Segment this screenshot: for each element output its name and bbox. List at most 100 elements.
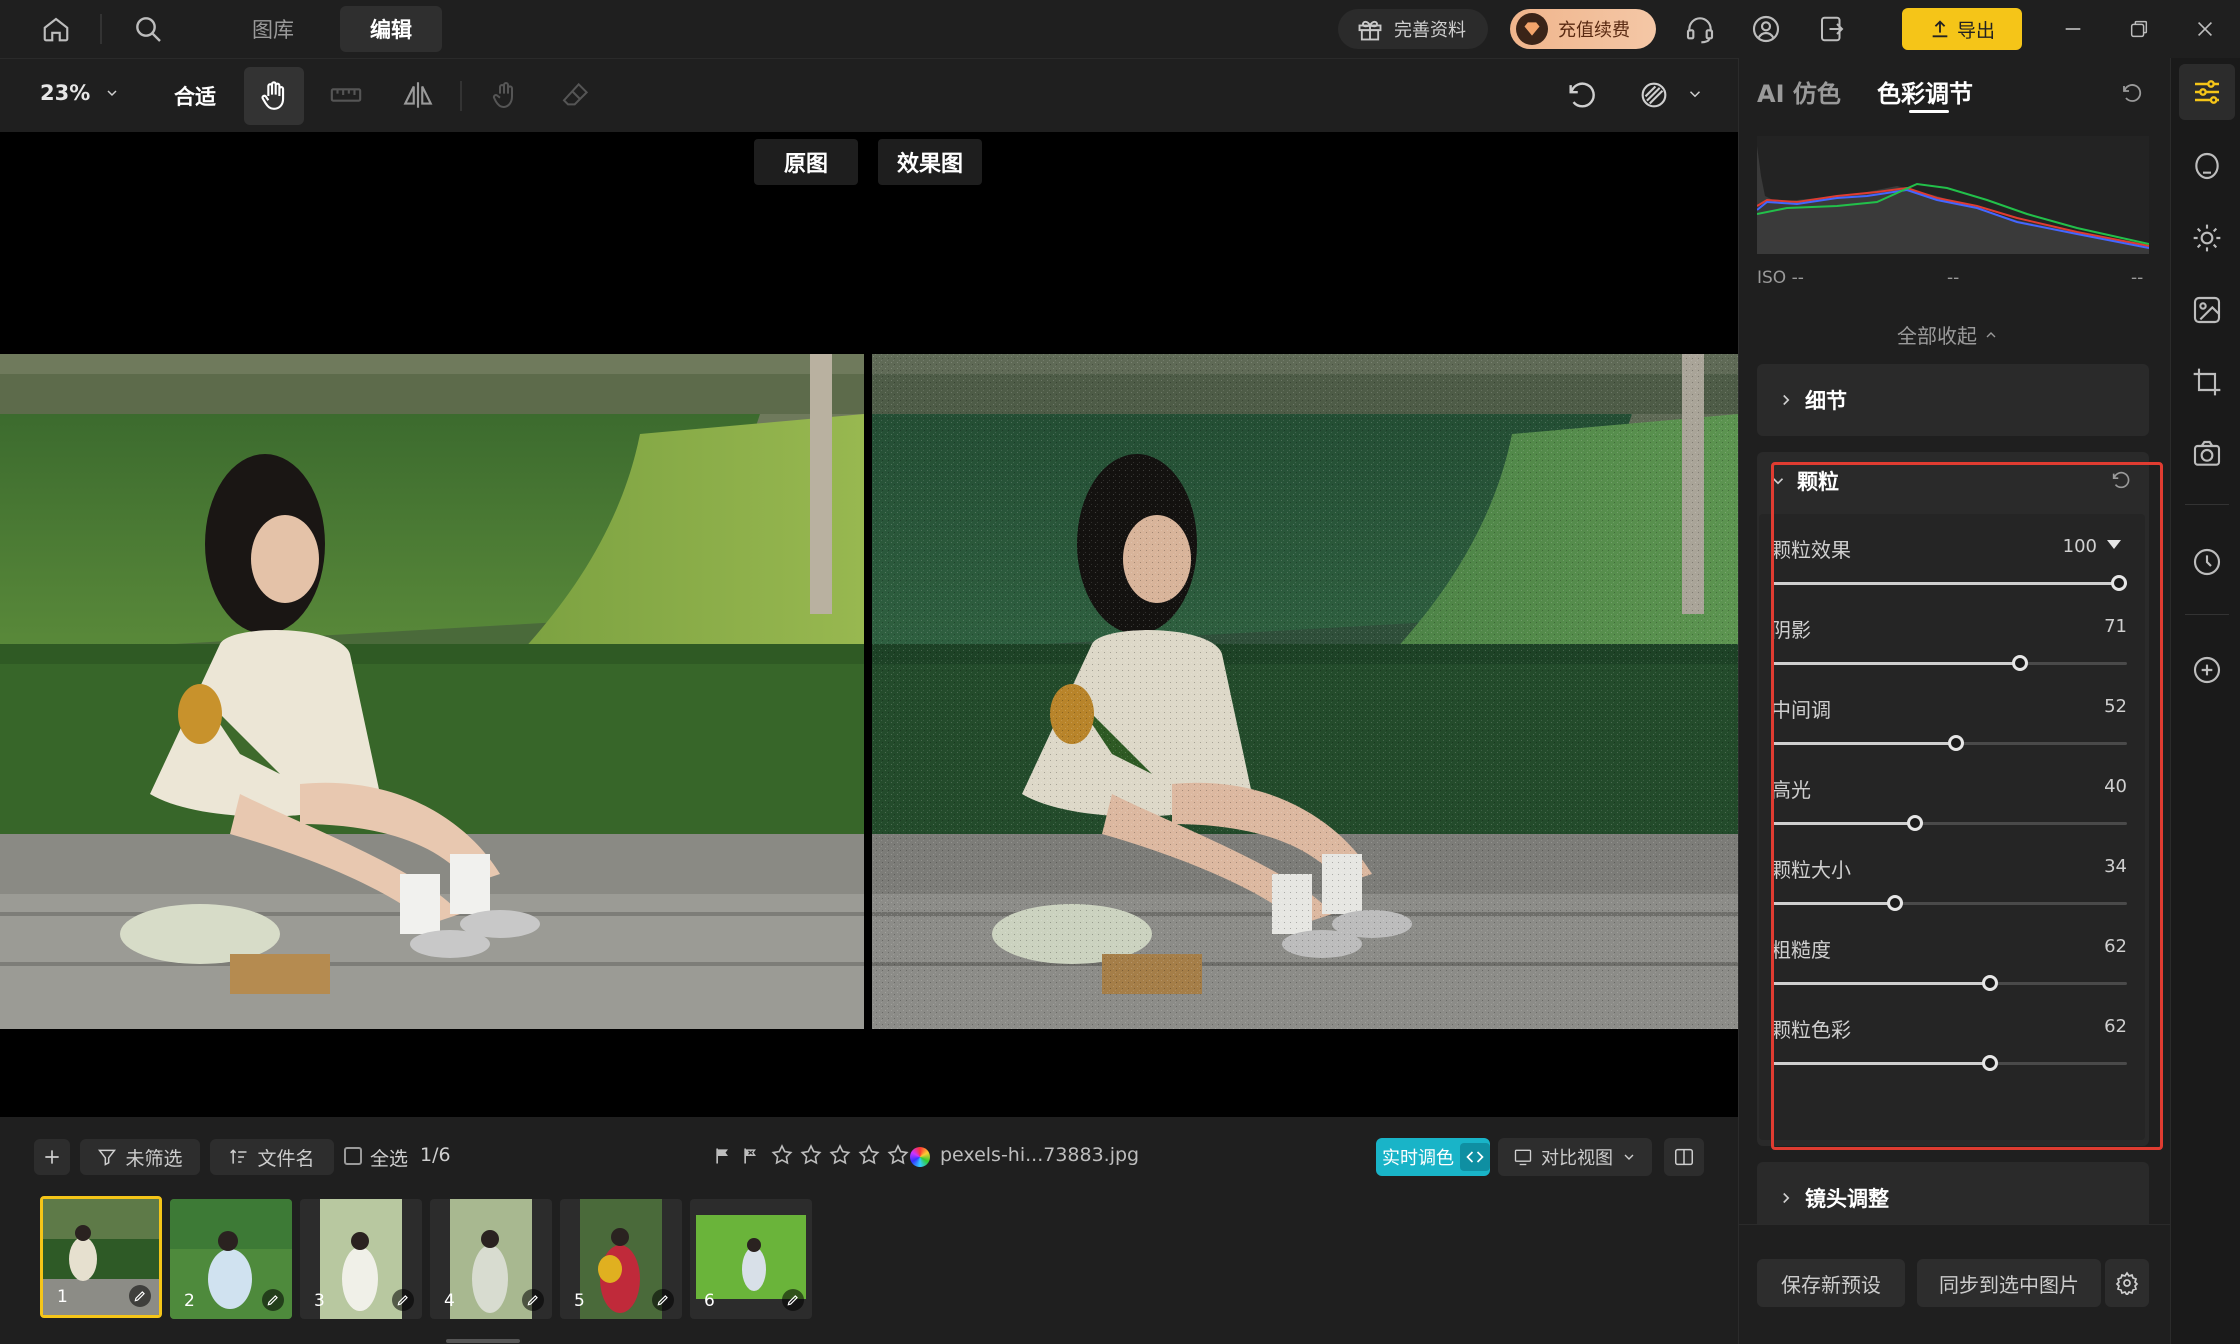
slider-label: 颗粒大小	[1771, 858, 1851, 882]
settings-button[interactable]	[2105, 1259, 2149, 1307]
tab-ai-color[interactable]: AI 仿色	[1757, 74, 1841, 109]
slider-knob[interactable]	[1982, 1055, 1998, 1071]
slider-row: 粗糙度 62	[1759, 926, 2145, 1006]
gear-icon	[2115, 1271, 2139, 1295]
thumbnail[interactable]: 4	[430, 1199, 552, 1319]
slider-knob[interactable]	[2111, 575, 2127, 591]
fit-button[interactable]: 合适	[174, 81, 216, 111]
rating-stars[interactable]	[770, 1143, 910, 1167]
slider-row: 颗粒大小 34	[1759, 846, 2145, 926]
add-circle-icon[interactable]	[2185, 648, 2229, 692]
slider-row: 阴影 71	[1759, 606, 2145, 686]
minimize-icon[interactable]	[2058, 14, 2088, 44]
collapse-all-button[interactable]: 全部收起	[1897, 320, 1999, 349]
image-edit-icon[interactable]	[2185, 288, 2229, 332]
select-all-label[interactable]: 全选	[370, 1144, 408, 1171]
thumbnail[interactable]: 5	[560, 1199, 682, 1319]
chevron-down-icon	[107, 90, 117, 97]
thumbnail[interactable]: 3	[300, 1199, 422, 1319]
thumbnail[interactable]: 2	[170, 1199, 292, 1319]
effect-photo[interactable]	[872, 354, 1738, 1029]
split-view-button[interactable]	[1664, 1138, 1704, 1176]
star-icon[interactable]	[886, 1143, 910, 1167]
slider-label: 颗粒色彩	[1771, 1018, 1851, 1042]
slider-knob[interactable]	[1887, 895, 1903, 911]
active-tab-indicator	[1909, 110, 1949, 113]
edit-pencil-icon	[129, 1285, 151, 1307]
home-icon[interactable]	[36, 12, 76, 46]
slider-knob[interactable]	[1982, 975, 1998, 991]
flag-icon[interactable]	[712, 1145, 734, 1167]
slider-knob[interactable]	[1948, 735, 1964, 751]
star-icon[interactable]	[857, 1143, 881, 1167]
compare-overlay-icon[interactable]	[1634, 75, 1674, 115]
ruler-icon[interactable]	[326, 75, 366, 115]
touch-icon[interactable]	[484, 75, 524, 115]
restore-icon[interactable]	[2124, 14, 2154, 44]
import-icon[interactable]	[1814, 12, 1850, 46]
user-icon[interactable]	[1748, 12, 1784, 46]
original-photo[interactable]	[0, 354, 864, 1029]
tab-gallery-label: 图库	[252, 18, 294, 42]
undo-icon[interactable]	[1562, 75, 1602, 115]
slider-value[interactable]: 52	[2067, 696, 2127, 717]
sync-button[interactable]: 同步到选中图片	[1917, 1259, 2101, 1307]
slider-label: 中间调	[1771, 698, 1831, 722]
chevron-down-icon	[1772, 478, 1784, 485]
sort-button[interactable]: 文件名	[210, 1139, 334, 1175]
slider-value[interactable]: 40	[2067, 776, 2127, 797]
export-button[interactable]: 导出	[1902, 8, 2022, 50]
thumbnail[interactable]: 1	[40, 1196, 162, 1318]
hand-tool-icon[interactable]	[244, 67, 304, 125]
zoom-select[interactable]: 23%	[40, 81, 120, 105]
tab-edit[interactable]: 编辑	[340, 6, 442, 52]
realtime-toggle[interactable]: 实时调色	[1376, 1138, 1490, 1176]
thumbnail-number: 1	[57, 1287, 68, 1307]
edit-pencil-icon	[392, 1289, 414, 1311]
crop-icon[interactable]	[2185, 360, 2229, 404]
close-icon[interactable]	[2190, 14, 2220, 44]
dropdown-caret-icon[interactable]	[2107, 540, 2121, 549]
chevron-down-icon[interactable]	[1682, 81, 1708, 107]
grain-section-header[interactable]: 颗粒	[1769, 466, 1839, 496]
star-icon[interactable]	[770, 1143, 794, 1167]
compare-view-select[interactable]: 对比视图	[1498, 1138, 1652, 1176]
slider-fill	[1771, 742, 1956, 745]
code-icon	[1460, 1143, 1490, 1171]
adjust-sliders-icon[interactable]	[2179, 64, 2235, 120]
headset-icon[interactable]	[1682, 12, 1718, 46]
reject-flag-icon[interactable]	[740, 1145, 762, 1167]
face-retouch-icon[interactable]	[2185, 144, 2229, 188]
star-icon[interactable]	[799, 1143, 823, 1167]
camera-icon[interactable]	[2185, 432, 2229, 476]
slider-value[interactable]: 71	[2067, 616, 2127, 637]
star-icon[interactable]	[828, 1143, 852, 1167]
select-all-checkbox[interactable]	[344, 1147, 362, 1165]
add-button[interactable]	[34, 1139, 70, 1175]
slider-knob[interactable]	[2012, 655, 2028, 671]
filmstrip-scrollbar[interactable]	[446, 1339, 520, 1343]
reset-icon[interactable]	[2117, 78, 2147, 108]
filmstrip: 未筛选 文件名 全选 1/6 pexels-hi...73883.jpg 实时调…	[0, 1117, 1738, 1344]
slider-knob[interactable]	[1907, 815, 1923, 831]
eraser-icon[interactable]	[556, 75, 596, 115]
reset-icon[interactable]	[2107, 466, 2135, 494]
flip-icon[interactable]	[398, 75, 438, 115]
tab-gallery[interactable]: 图库	[222, 6, 324, 52]
light-icon[interactable]	[2185, 216, 2229, 260]
slider-value[interactable]: 62	[2067, 936, 2127, 957]
tab-color-adjust[interactable]: 色彩调节	[1877, 74, 1973, 109]
grain-section-title: 颗粒	[1797, 470, 1839, 494]
filter-button[interactable]: 未筛选	[80, 1139, 200, 1175]
history-icon[interactable]	[2185, 540, 2229, 584]
slider-value[interactable]: 100	[2041, 536, 2097, 557]
search-icon[interactable]	[128, 12, 168, 46]
color-label-icon[interactable]	[910, 1147, 930, 1167]
complete-profile-button[interactable]: 完善资料	[1338, 9, 1488, 49]
slider-value[interactable]: 34	[2067, 856, 2127, 877]
thumbnail[interactable]: 6	[690, 1199, 812, 1319]
save-preset-button[interactable]: 保存新预设	[1757, 1259, 1905, 1307]
slider-value[interactable]: 62	[2067, 1016, 2127, 1037]
recharge-button[interactable]: 充值续费	[1510, 9, 1656, 49]
detail-section[interactable]: 细节	[1757, 364, 2149, 436]
